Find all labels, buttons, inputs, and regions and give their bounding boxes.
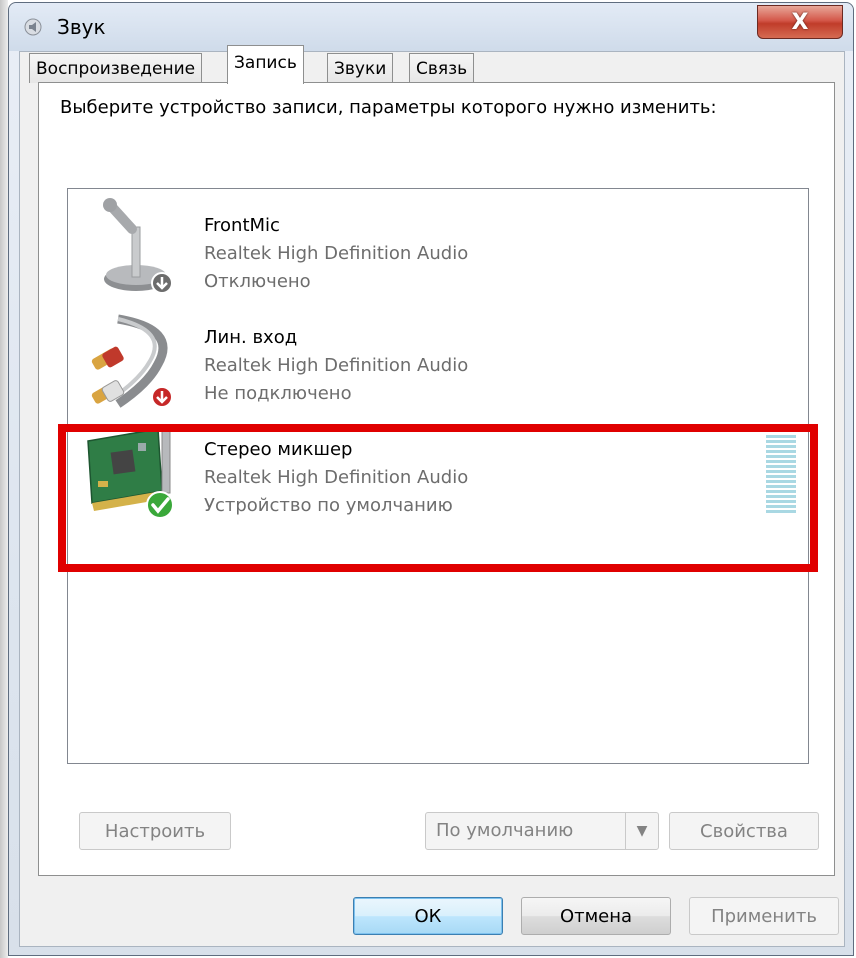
instruction-text: Выберите устройство записи, параметры ко… — [60, 97, 717, 118]
tab-playback[interactable]: Воспроизведение — [29, 53, 203, 83]
chevron-down-icon[interactable]: ▼ — [625, 813, 658, 849]
background-edge — [0, 0, 8, 958]
close-icon: X — [791, 9, 809, 35]
set-default-label: По умолчанию — [436, 820, 574, 841]
tab-communications[interactable]: Связь — [409, 53, 475, 83]
device-driver: Realtek High Definition Audio — [204, 243, 469, 264]
microphone-icon — [103, 198, 173, 294]
list-item-frontmic[interactable]: FrontMic Realtek High Definition Audio О… — [68, 193, 808, 301]
device-status: Не подключено — [204, 383, 352, 404]
device-name: Лин. вход — [204, 327, 298, 348]
window-title: Звук — [57, 15, 106, 39]
apply-button[interactable]: Применить — [689, 897, 839, 935]
properties-button[interactable]: Свойства — [669, 812, 819, 850]
highlight-frame — [58, 424, 818, 572]
tab-recording[interactable]: Запись — [227, 45, 304, 84]
ok-button[interactable]: ОК — [353, 897, 503, 935]
device-name: FrontMic — [204, 215, 280, 236]
device-driver: Realtek High Definition Audio — [204, 355, 469, 376]
set-default-button[interactable]: По умолчанию ▼ — [425, 812, 659, 850]
title-bar[interactable]: Звук X — [9, 3, 853, 51]
device-status: Отключено — [204, 271, 311, 292]
close-button[interactable]: X — [757, 5, 843, 39]
cancel-button[interactable]: Отмена — [521, 897, 671, 935]
configure-button[interactable]: Настроить — [79, 812, 231, 850]
rca-cable-icon — [91, 314, 173, 408]
list-item-line-in[interactable]: Лин. вход Realtek High Definition Audio … — [68, 305, 808, 413]
tab-sounds[interactable]: Звуки — [327, 53, 394, 83]
speaker-icon — [24, 18, 42, 36]
